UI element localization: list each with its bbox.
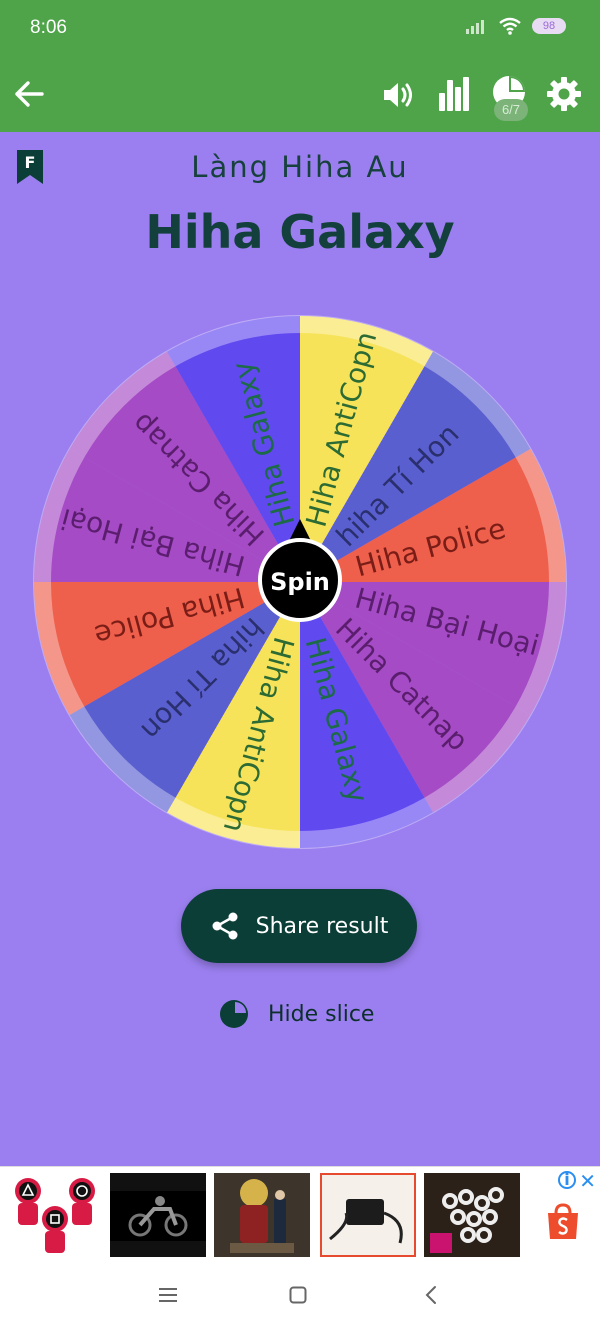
chevron-left-icon — [425, 1286, 436, 1304]
ad-product-figures[interactable] — [6, 1173, 102, 1257]
figures-image — [15, 1178, 95, 1253]
wheel-subtitle: Làng Hiha Au — [191, 150, 409, 184]
ad-product-adapter[interactable] — [320, 1173, 416, 1257]
status-time: 8:06 — [30, 17, 67, 38]
ad-banner[interactable]: i ✕ — [0, 1166, 600, 1261]
menu-icon — [159, 1288, 177, 1302]
share-result-label: Share result — [255, 913, 389, 939]
status-icons: 98 — [466, 17, 566, 35]
back-nav-button[interactable] — [424, 1285, 438, 1309]
pie-chart-icon — [220, 1000, 248, 1028]
shopee-logo[interactable] — [545, 1203, 581, 1245]
ad-close-icon[interactable]: ✕ — [579, 1169, 596, 1193]
battery-indicator: 98 — [532, 18, 566, 34]
shopping-bag-icon — [548, 1203, 578, 1239]
signal-icon — [466, 20, 484, 34]
tubes-image — [424, 1173, 520, 1257]
bar-chart-icon — [439, 77, 469, 111]
spin-label: Spin — [270, 568, 330, 596]
settings-button[interactable] — [544, 74, 584, 114]
home-nav-button[interactable] — [289, 1286, 307, 1308]
share-icon — [212, 912, 238, 940]
home-square-icon — [289, 1286, 307, 1304]
wifi-icon — [499, 17, 521, 35]
back-button[interactable] — [10, 75, 48, 113]
motorcycle-image — [110, 1191, 206, 1241]
volume-icon — [384, 83, 412, 107]
gear-icon — [547, 77, 581, 111]
share-result-button[interactable]: Share result — [181, 889, 417, 963]
hide-slice-button[interactable]: Hide slice — [218, 998, 374, 1030]
ad-product-tubes[interactable] — [424, 1173, 520, 1257]
spin-wheel[interactable]: Hiha AntiCopnhiha Tí HonHiha PoliceHiha … — [32, 314, 568, 850]
sound-button[interactable] — [380, 75, 420, 115]
menu-nav-button[interactable] — [158, 1287, 178, 1307]
status-bar: 8:06 98 — [0, 0, 600, 58]
back-arrow-icon — [15, 81, 44, 107]
hide-slice-label: Hide slice — [268, 1001, 375, 1027]
system-nav-bar — [0, 1261, 600, 1333]
ad-product-motorcycle[interactable] — [110, 1173, 206, 1257]
slice-count-badge: 6/7 — [494, 99, 528, 121]
wheel-title: Hiha Galaxy — [145, 205, 455, 259]
ad-info-icon[interactable]: i — [558, 1171, 576, 1189]
statue-image — [214, 1173, 310, 1257]
stats-button[interactable] — [434, 73, 474, 113]
power-adapter-image — [320, 1173, 416, 1257]
ad-product-statue[interactable] — [214, 1173, 310, 1257]
